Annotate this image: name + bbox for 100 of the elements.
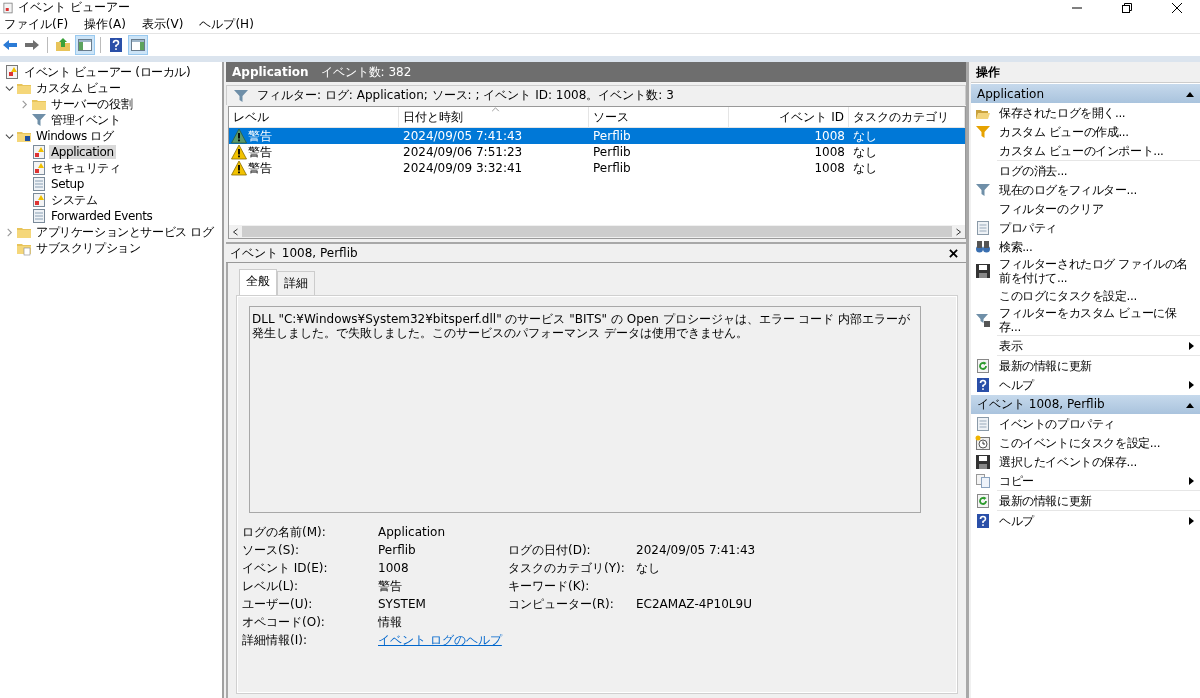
menu-item[interactable]: ヘルプ(H) — [198, 15, 255, 33]
field-label: ログの名前(M): — [242, 523, 327, 541]
column-header[interactable]: 日付と時刻 — [399, 107, 589, 127]
sort-icon — [491, 107, 500, 112]
chevron-right-icon[interactable] — [19, 99, 29, 109]
tree-item[interactable]: イベント ビューアー (ローカル) — [22, 65, 193, 79]
restore-icon[interactable] — [1122, 2, 1132, 13]
help-link[interactable]: イベント ログのヘルプ — [378, 632, 502, 647]
table-cell-text: 1008 — [813, 129, 846, 143]
tree-item[interactable]: Setup — [49, 177, 86, 191]
field-label: キーワード(K): — [508, 578, 590, 593]
chevron-right-icon[interactable] — [4, 227, 14, 237]
table-cell-text: なし — [852, 159, 878, 177]
close-icon[interactable] — [949, 248, 958, 258]
column-header[interactable]: イベント ID — [729, 107, 849, 127]
menu-item[interactable]: 表示(V) — [140, 15, 185, 33]
properties-icon — [975, 219, 991, 236]
action-item[interactable]: フィルターをカスタム ビューに保存... — [999, 306, 1194, 334]
tree-item[interactable]: アプリケーションとサービス ログ — [34, 225, 216, 239]
field-value: Perflib — [378, 543, 416, 557]
tree-item[interactable]: 管理イベント — [49, 113, 123, 127]
section-header[interactable]: Application — [971, 84, 1200, 103]
action-item[interactable]: ログの消去... — [999, 163, 1194, 178]
event-row[interactable]: 警告 2024/09/09 3:32:41 Perflib 1008 なし — [229, 160, 965, 176]
action-item[interactable]: 表示 — [999, 338, 1181, 353]
action-item[interactable]: ヘルプ — [999, 377, 1181, 392]
action-item[interactable]: 保存されたログを開く... — [999, 105, 1194, 120]
field-value: 2024/09/05 7:41:43 — [636, 543, 756, 557]
tree-item[interactable]: システム — [49, 193, 100, 207]
close-icon[interactable] — [1172, 2, 1182, 13]
clock-icon — [975, 434, 991, 451]
field-label: ログの日付(D): — [508, 542, 591, 557]
field-label: ユーザー(U): — [242, 595, 314, 613]
field-label: ソース(S): — [242, 541, 301, 559]
collapse-icon[interactable] — [1186, 401, 1194, 408]
field-label: タスクのカテゴリ(Y): — [508, 560, 625, 575]
menu-item[interactable]: 操作(A) — [83, 15, 127, 33]
log-document-icon — [31, 144, 47, 160]
action-item[interactable]: このログにタスクを設定... — [999, 288, 1194, 303]
funnel-icon — [233, 87, 249, 104]
table-cell-text: 2024/09/05 7:41:43 — [402, 129, 524, 143]
collapse-icon[interactable] — [1186, 90, 1194, 97]
action-item[interactable]: 現在のログをフィルター... — [999, 182, 1194, 197]
funnel-icon — [975, 181, 991, 198]
binoculars-icon — [975, 238, 991, 255]
section-header[interactable]: イベント 1008, Perflib — [971, 395, 1200, 414]
help-icon — [108, 37, 124, 53]
column-header[interactable]: レベル — [229, 107, 399, 127]
action-item[interactable]: フィルターのクリア — [999, 201, 1194, 216]
tree-item[interactable]: セキュリティ — [49, 161, 123, 175]
action-item[interactable]: このイベントにタスクを設定... — [999, 435, 1194, 450]
action-item[interactable]: カスタム ビューのインポート... — [999, 143, 1194, 158]
table-cell: 警告 — [248, 143, 272, 161]
table-cell-text: なし — [852, 143, 878, 161]
action-item[interactable]: 最新の情報に更新 — [999, 493, 1194, 508]
action-item[interactable]: コピー — [999, 473, 1181, 488]
warning-icon — [231, 160, 247, 176]
refresh-icon — [975, 492, 991, 509]
toolbar-button[interactable] — [128, 35, 148, 55]
tab[interactable]: 詳細 — [277, 271, 315, 295]
action-item[interactable]: フィルターされたログ ファイルの名前を付けて... — [999, 257, 1194, 285]
action-item[interactable]: 最新の情報に更新 — [999, 358, 1194, 373]
action-item[interactable]: 検索... — [999, 239, 1194, 254]
chevron-down-icon[interactable] — [4, 83, 14, 93]
action-item[interactable]: 選択したイベントの保存... — [999, 454, 1194, 469]
field-label: イベント ID(E): — [242, 559, 329, 577]
tree-item[interactable]: Application — [49, 145, 116, 159]
column-header[interactable]: ソース — [589, 107, 729, 127]
field-value: SYSTEM — [378, 597, 426, 611]
funnel-icon — [975, 312, 991, 328]
event-message: DLL "C:¥Windows¥System32¥bitsperf.dll" のサービス "BITS" の Open プロシージャは、エラー コード 内部エラーが発生しました。で失敗しました。このサービスのパフォーマンス データは使用できません。 — [252, 312, 911, 340]
funnel-icon — [975, 123, 991, 140]
chevron-down-icon[interactable] — [4, 131, 14, 141]
save-icon — [975, 263, 991, 279]
tab[interactable]: 全般 — [239, 269, 277, 295]
log-document-icon — [31, 160, 47, 176]
table-cell-text: Perflib — [592, 145, 632, 159]
tree-item[interactable]: Forwarded Events — [49, 209, 155, 223]
field-label: レベル(L): — [242, 577, 300, 595]
field-label: 詳細情報(I): — [242, 631, 308, 649]
column-header[interactable]: タスクのカテゴリ — [849, 107, 965, 127]
event-row[interactable]: 警告 2024/09/05 7:41:43 Perflib 1008 なし — [229, 128, 965, 144]
section-title: Application — [977, 86, 1045, 101]
tree-item[interactable]: サーバーの役割 — [49, 97, 135, 111]
menu-item[interactable]: ファイル(F) — [3, 15, 70, 33]
window-title: イベント ビューアー — [18, 0, 130, 15]
toolbar-button[interactable] — [75, 35, 95, 55]
tree-item[interactable]: サブスクリプション — [34, 241, 143, 255]
action-item[interactable]: イベントのプロパティ — [999, 416, 1194, 431]
action-item[interactable]: カスタム ビューの作成... — [999, 124, 1194, 139]
forward-arrow-icon — [24, 37, 40, 53]
field-value: 1008 — [378, 561, 409, 575]
horizontal-scrollbar[interactable] — [229, 225, 965, 238]
action-item[interactable]: プロパティ — [999, 220, 1194, 235]
tree-item[interactable]: Windows ログ — [34, 129, 116, 143]
table-cell-text: 2024/09/09 3:32:41 — [402, 161, 524, 175]
action-item[interactable]: ヘルプ — [999, 513, 1181, 528]
tree-item[interactable]: カスタム ビュー — [34, 81, 123, 95]
table-cell-text: 1008 — [813, 161, 846, 175]
event-row[interactable]: 警告 2024/09/06 7:51:23 Perflib 1008 なし — [229, 144, 965, 160]
